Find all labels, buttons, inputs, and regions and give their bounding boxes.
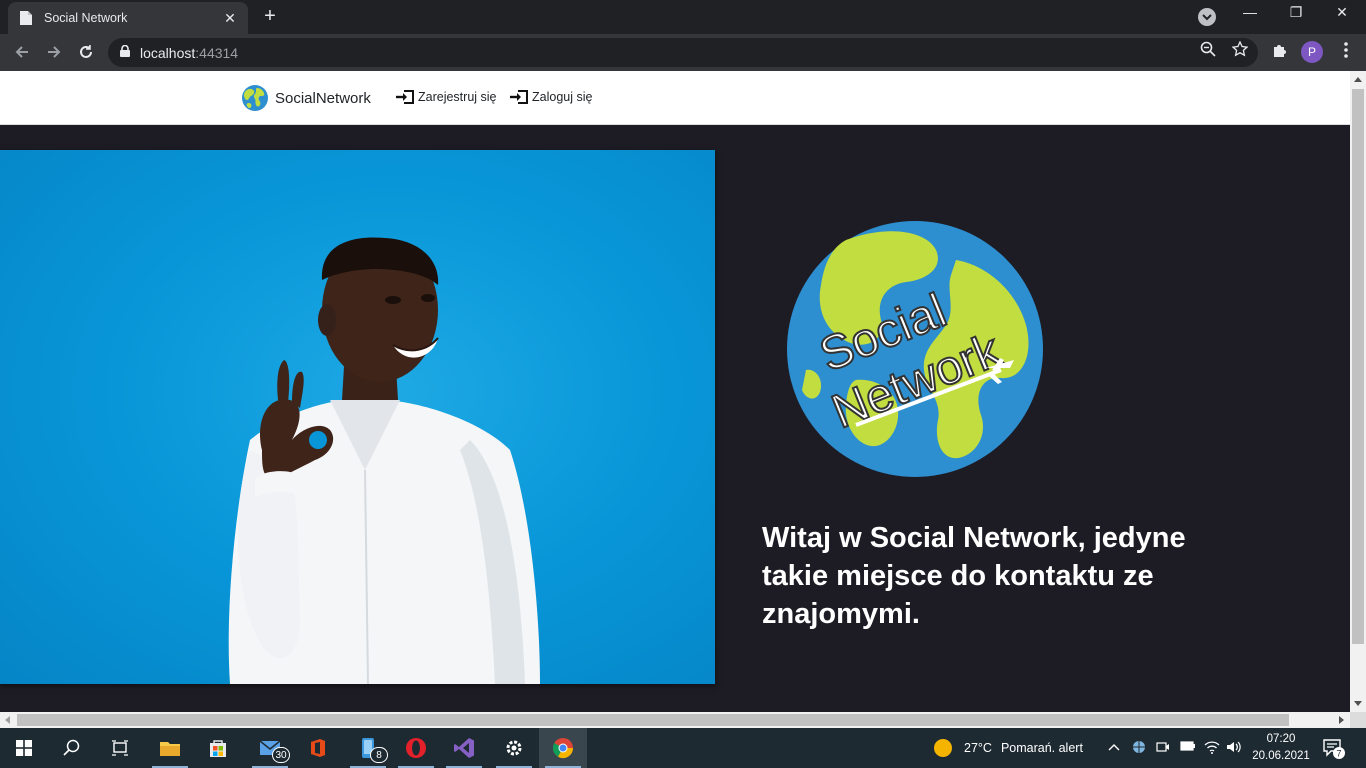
- zoom-icon[interactable]: [1199, 40, 1217, 58]
- tab-search-button[interactable]: [1198, 8, 1216, 26]
- brand-name: SocialNetwork: [275, 89, 371, 107]
- bookmark-star-icon[interactable]: [1231, 40, 1249, 58]
- forward-button[interactable]: [42, 40, 66, 64]
- visual-studio-button[interactable]: [440, 728, 488, 768]
- weather-temperature: 27°C: [964, 741, 992, 755]
- store-bag-icon: [210, 740, 226, 757]
- wifi-tray-icon[interactable]: [1204, 740, 1220, 757]
- browser-toolbar: localhost:44314 P: [0, 34, 1366, 71]
- folder-icon: [160, 742, 180, 756]
- register-link[interactable]: Zarejestruj się: [395, 89, 497, 105]
- windows-logo-icon: [16, 740, 32, 756]
- start-button[interactable]: [0, 728, 48, 768]
- battery-tray-icon[interactable]: [1180, 740, 1196, 755]
- url-port: :44314: [195, 44, 239, 61]
- reload-button[interactable]: [74, 40, 98, 64]
- search-button[interactable]: [48, 728, 96, 768]
- minimize-button[interactable]: —: [1230, 4, 1270, 20]
- file-explorer-button[interactable]: [146, 728, 194, 768]
- horizontal-scrollbar[interactable]: [0, 712, 1350, 728]
- mail-unread-badge: 30: [272, 747, 290, 763]
- meet-now-tray-icon[interactable]: [1156, 740, 1170, 757]
- office-icon: [311, 739, 325, 757]
- system-clock[interactable]: 07:20 20.06.2021: [1250, 731, 1312, 765]
- address-bar[interactable]: localhost:44314: [108, 38, 1258, 67]
- hero-photo: [0, 150, 715, 684]
- new-tab-button[interactable]: +: [258, 6, 282, 26]
- network-globe-tray-icon[interactable]: [1132, 740, 1146, 757]
- search-icon: [63, 739, 80, 756]
- profile-avatar[interactable]: P: [1301, 41, 1323, 63]
- login-link[interactable]: Zaloguj się: [509, 89, 592, 105]
- settings-button[interactable]: [490, 728, 538, 768]
- task-view-icon: [112, 740, 128, 756]
- sign-in-icon: [510, 90, 528, 104]
- globe-icon: [242, 85, 268, 111]
- task-view-button[interactable]: [96, 728, 144, 768]
- windows-taskbar: 30 8 27°C Pomarań. alert 07:20 20.06.202…: [0, 728, 1366, 768]
- scroll-left-arrow-icon[interactable]: [5, 716, 10, 724]
- extensions-puzzle-icon[interactable]: [1272, 42, 1288, 63]
- visual-studio-icon: [454, 738, 474, 758]
- notification-icon: 7: [1323, 739, 1345, 759]
- weather-alert: Pomarań. alert: [1000, 741, 1083, 755]
- site-navbar: SocialNetwork Zarejestruj się Zaloguj si…: [0, 71, 1350, 125]
- show-hidden-icons-chevron-icon[interactable]: [1108, 740, 1120, 755]
- gear-icon: [506, 740, 522, 756]
- page-icon: [18, 10, 34, 26]
- close-window-button[interactable]: ✕: [1322, 4, 1362, 21]
- page-viewport: SocialNetwork Zarejestruj się Zaloguj si…: [0, 71, 1350, 712]
- horizontal-scroll-thumb[interactable]: [17, 714, 1289, 726]
- login-label: Zaloguj się: [532, 90, 593, 104]
- sign-in-icon: [396, 90, 414, 104]
- files-badge: 8: [370, 747, 388, 763]
- action-center-button[interactable]: 7: [1322, 738, 1346, 765]
- hero-headline: Witaj w Social Network, jedyne takie mie…: [762, 522, 1186, 630]
- store-button[interactable]: [194, 728, 242, 768]
- notification-count: 7: [1336, 749, 1341, 759]
- chrome-button[interactable]: [539, 728, 587, 768]
- sun-icon: [934, 739, 952, 757]
- back-button[interactable]: [10, 40, 34, 64]
- smiling-man-ok-gesture-illustration: [228, 237, 541, 684]
- files-app-button[interactable]: 8: [344, 728, 392, 768]
- restore-button[interactable]: ❐: [1276, 4, 1316, 21]
- opera-button[interactable]: [392, 728, 440, 768]
- volume-tray-icon[interactable]: [1226, 740, 1242, 757]
- office-button[interactable]: [294, 728, 342, 768]
- scroll-right-arrow-icon[interactable]: [1339, 716, 1344, 724]
- mail-button[interactable]: 30: [246, 728, 294, 768]
- tab-close-button[interactable]: ✕: [222, 10, 238, 27]
- brand-link[interactable]: SocialNetwork: [241, 84, 371, 112]
- register-label: Zarejestruj się: [418, 90, 497, 104]
- clock-time: 07:20: [1266, 733, 1296, 745]
- weather-widget[interactable]: 27°C Pomarań. alert: [934, 728, 1083, 768]
- scroll-down-arrow-icon[interactable]: [1354, 701, 1362, 706]
- browser-menu-icon[interactable]: [1336, 42, 1356, 58]
- social-network-globe-logo: Social Network: [787, 221, 1043, 477]
- url-host: localhost: [140, 44, 196, 61]
- chrome-icon: [552, 738, 574, 759]
- browser-tab[interactable]: Social Network ✕: [8, 2, 248, 34]
- tab-title: Social Network: [44, 11, 128, 25]
- opera-icon: [406, 738, 426, 758]
- browser-tabstrip: Social Network ✕ + — ❐ ✕: [0, 0, 1366, 34]
- vertical-scroll-thumb[interactable]: [1352, 89, 1364, 644]
- scroll-corner: [1350, 712, 1366, 728]
- lock-icon[interactable]: [120, 44, 130, 62]
- vertical-scrollbar[interactable]: [1350, 71, 1366, 712]
- scroll-up-arrow-icon[interactable]: [1354, 77, 1362, 82]
- clock-date: 20.06.2021: [1252, 750, 1310, 762]
